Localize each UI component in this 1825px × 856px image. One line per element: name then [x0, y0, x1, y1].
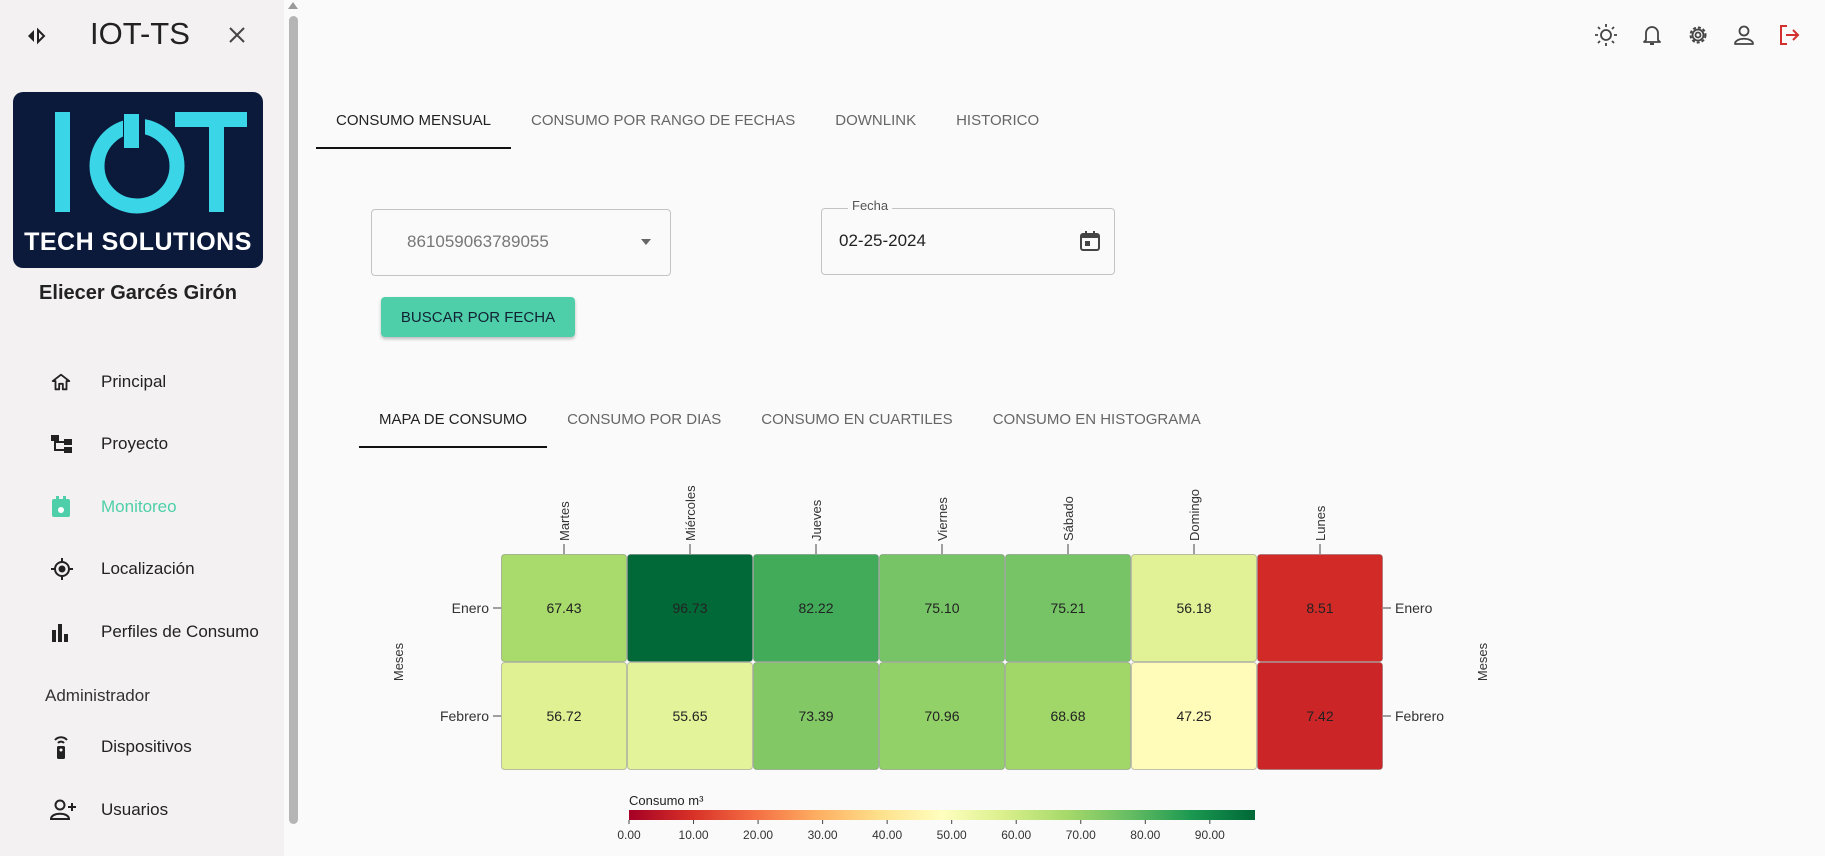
- colorbar-tick-label: 70.00: [1066, 828, 1096, 842]
- monitor-calendar-icon: [50, 495, 82, 519]
- sidebar-item-perfiles-de-consumo[interactable]: Perfiles de Consumo: [50, 612, 280, 652]
- heatmap-cell-value: 56.72: [546, 708, 581, 724]
- close-icon[interactable]: [226, 24, 248, 46]
- remote-device-icon: [50, 735, 82, 759]
- location-target-icon: [50, 557, 82, 581]
- heatmap-cell-value: 56.18: [1176, 600, 1211, 616]
- colorbar-tick-label: 10.00: [679, 828, 709, 842]
- logout-icon[interactable]: [1776, 22, 1802, 48]
- colorbar: [629, 810, 1255, 820]
- y-axis-right-title: Meses: [1475, 642, 1490, 681]
- scroll-up-arrow-icon[interactable]: [288, 2, 298, 9]
- heatmap-cell-value: 82.22: [798, 600, 833, 616]
- date-field-label: Fecha: [848, 198, 893, 213]
- company-logo: TECH SOLUTIONS: [13, 92, 263, 268]
- heatmap-cell-value: 73.39: [798, 708, 833, 724]
- x-axis-label: Martes: [557, 501, 572, 541]
- consumption-heatmap: Martes Miércoles Jueves Viernes Sábado Doming…: [391, 485, 1490, 842]
- chart-tabs: MAPA DE CONSUMO CONSUMO POR DIAS CONSUMO…: [359, 390, 1221, 448]
- sidebar-item-monitoreo[interactable]: Monitoreo: [50, 487, 280, 527]
- colorbar-title: Consumo m³: [629, 793, 704, 808]
- device-select-value: 861059063789055: [407, 232, 549, 251]
- sidebar-item-principal[interactable]: Principal: [50, 362, 280, 402]
- logo-tagline: TECH SOLUTIONS: [24, 228, 252, 256]
- heatmap-cell-value: 75.10: [924, 600, 959, 616]
- heatmap-cell-value: 67.43: [546, 600, 581, 616]
- sidebar: IOT-TS TECH SOLUTIONS Eliecer Garcés Gir…: [0, 0, 284, 856]
- notifications-bell-icon[interactable]: [1639, 22, 1665, 48]
- home-icon: [50, 370, 82, 394]
- colorbar-tick-label: 0.00: [617, 828, 641, 842]
- tab-consumo-por-dias[interactable]: CONSUMO POR DIAS: [547, 390, 741, 448]
- collapse-sidebar-icon[interactable]: [25, 26, 47, 46]
- heatmap-cell-value: 75.21: [1050, 600, 1085, 616]
- y-axis-right-label: Enero: [1395, 600, 1433, 616]
- y-axis-title: Meses: [391, 642, 406, 681]
- x-axis-label: Lunes: [1313, 505, 1328, 541]
- x-axis-label: Miércoles: [683, 485, 698, 541]
- sidebar-item-label: Monitoreo: [101, 497, 177, 516]
- bar-chart-icon: [50, 620, 82, 644]
- sidebar-item-label: Principal: [101, 372, 167, 391]
- heatmap-cell-value: 70.96: [924, 708, 959, 724]
- colorbar-tick-label: 60.00: [1001, 828, 1031, 842]
- app-title: IOT-TS: [90, 16, 190, 51]
- user-name: Eliecer Garcés Girón: [39, 282, 237, 304]
- sidebar-item-localizacion[interactable]: Localización: [50, 549, 280, 589]
- dropdown-caret-icon: [641, 239, 651, 245]
- heatmap-cell-value: 8.51: [1306, 600, 1333, 616]
- theme-sun-icon[interactable]: [1593, 22, 1619, 48]
- x-axis-label: Jueves: [809, 499, 824, 541]
- colorbar-tick-label: 30.00: [808, 828, 838, 842]
- x-axis-label: Viernes: [935, 497, 950, 541]
- date-field-value: 02-25-2024: [839, 231, 926, 250]
- heatmap-cell-value: 96.73: [672, 600, 707, 616]
- sidebar-item-proyecto[interactable]: Proyecto: [50, 424, 280, 464]
- colorbar-tick-label: 80.00: [1130, 828, 1160, 842]
- colorbar-tick-label: 90.00: [1195, 828, 1225, 842]
- sidebar-item-label: Proyecto: [101, 434, 169, 453]
- tab-historico[interactable]: HISTORICO: [936, 91, 1059, 149]
- colorbar-tick-label: 50.00: [937, 828, 967, 842]
- tab-mapa-de-consumo[interactable]: MAPA DE CONSUMO: [359, 390, 548, 448]
- sidebar-scrollbar[interactable]: [286, 0, 300, 856]
- scrollbar-thumb[interactable]: [289, 16, 298, 824]
- y-axis-label: Febrero: [440, 708, 489, 724]
- sidebar-item-usuarios[interactable]: Usuarios: [50, 790, 280, 830]
- heatmap-cell-value: 7.42: [1306, 708, 1333, 724]
- sidebar-item-label: Localización: [101, 559, 195, 578]
- tab-consumo-mensual[interactable]: CONSUMO MENSUAL: [316, 91, 512, 149]
- x-axis-label: Sábado: [1061, 496, 1076, 541]
- device-select[interactable]: 861059063789055: [371, 209, 671, 276]
- tab-consumo-por-rango-de-fechas[interactable]: CONSUMO POR RANGO DE FECHAS: [511, 91, 815, 149]
- y-axis-label: Enero: [452, 600, 490, 616]
- y-axis-right-label: Febrero: [1395, 708, 1444, 724]
- add-user-icon: [50, 798, 82, 822]
- tab-consumo-en-histograma[interactable]: CONSUMO EN HISTOGRAMA: [973, 390, 1221, 448]
- heatmap-cell-value: 55.65: [672, 708, 707, 724]
- tab-downlink[interactable]: DOWNLINK: [815, 91, 936, 149]
- sidebar-brand: IOT-TS: [0, 14, 284, 58]
- settings-gear-icon[interactable]: [1685, 22, 1711, 48]
- admin-section-label: Administrador: [45, 686, 150, 705]
- sidebar-item-label: Usuarios: [101, 800, 169, 819]
- project-tree-icon: [50, 432, 82, 456]
- colorbar-tick-label: 40.00: [872, 828, 902, 842]
- heatmap-cell-value: 47.25: [1176, 708, 1211, 724]
- search-by-date-button[interactable]: BUSCAR POR FECHA: [381, 297, 575, 337]
- colorbar-tick-label: 20.00: [743, 828, 773, 842]
- tab-consumo-en-cuartiles[interactable]: CONSUMO EN CUARTILES: [741, 390, 972, 448]
- calendar-icon[interactable]: [1078, 229, 1102, 253]
- sidebar-item-label: Perfiles de Consumo: [101, 622, 259, 641]
- main-tabs: CONSUMO MENSUAL CONSUMO POR RANGO DE FEC…: [316, 91, 1059, 149]
- sidebar-item-label: Dispositivos: [101, 737, 192, 756]
- account-person-icon[interactable]: [1731, 22, 1757, 48]
- x-axis-label: Domingo: [1187, 489, 1202, 541]
- date-field[interactable]: Fecha 02-25-2024: [821, 198, 1115, 275]
- sidebar-item-dispositivos[interactable]: Dispositivos: [50, 727, 280, 767]
- heatmap-cell-value: 68.68: [1050, 708, 1085, 724]
